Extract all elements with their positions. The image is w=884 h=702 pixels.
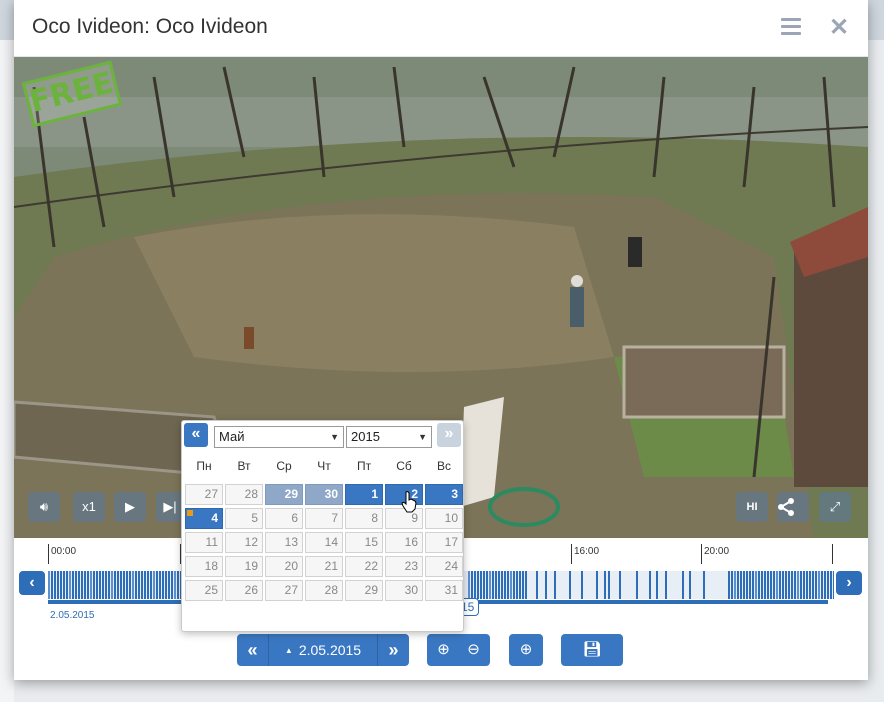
zoom-in-icon[interactable]: ⊕	[429, 634, 459, 666]
fullscreen-icon[interactable]: ⤢	[819, 492, 851, 522]
calendar-day[interactable]: 30	[305, 484, 343, 505]
modal-header: Oco Ivideon: Oco Ivideon ✕	[14, 0, 868, 57]
timeline-next-button[interactable]: ›	[836, 571, 862, 595]
date-navigator: « ▲ 2.05.2015 »	[237, 634, 409, 666]
calendar-day[interactable]: 30	[385, 580, 423, 601]
calendar-day[interactable]: 27	[185, 484, 223, 505]
prev-day-button[interactable]: «	[237, 634, 269, 666]
weekday-header: Вт	[237, 459, 251, 473]
calendar-popup: « Май ▼ 2015 ▼ » Пн Вт Ср Чт Пт Сб Вс 27 28 29 30 1 2 3…	[181, 420, 464, 632]
calendar-day[interactable]: 16	[385, 532, 423, 553]
calendar-day[interactable]: 15	[345, 532, 383, 553]
year-select[interactable]: 2015 ▼	[346, 426, 432, 448]
calendar-day[interactable]: 22	[345, 556, 383, 577]
calendar-day[interactable]: 8	[345, 508, 383, 529]
zoom-buttons: ⊕ ⊖	[427, 634, 490, 666]
volume-icon[interactable]: 🔊︎	[28, 492, 60, 522]
calendar-day[interactable]: 25	[185, 580, 223, 601]
calendar-day[interactable]: 7	[305, 508, 343, 529]
calendar-day[interactable]: 6	[265, 508, 303, 529]
year-value: 2015	[351, 429, 380, 444]
hand-cursor-icon	[401, 491, 417, 513]
tick-label-2000: 20:00	[704, 546, 730, 557]
calendar-day[interactable]: 29	[345, 580, 383, 601]
close-icon[interactable]: ✕	[829, 13, 849, 42]
next-day-button[interactable]: »	[377, 634, 409, 666]
calendar-day[interactable]: 19	[225, 556, 263, 577]
month-value: Май	[219, 429, 245, 444]
tick-0000	[48, 544, 49, 564]
date-picker-toggle[interactable]: ▲ 2.05.2015	[270, 634, 376, 666]
calendar-day[interactable]: 3	[425, 484, 463, 505]
timeline-start-date: 2.05.2015	[50, 610, 95, 621]
calendar-day[interactable]: 27	[265, 580, 303, 601]
tick-label-1600: 16:00	[574, 546, 600, 557]
calendar-day[interactable]: 5	[225, 508, 263, 529]
weekday-header: Сб	[396, 459, 412, 473]
caret-up-icon: ▲	[284, 646, 293, 655]
calendar-day[interactable]: 4	[185, 508, 223, 529]
calendar-day[interactable]: 14	[305, 532, 343, 553]
calendar-day[interactable]: 28	[305, 580, 343, 601]
modal-title: Oco Ivideon: Oco Ivideon	[32, 15, 268, 38]
next-frame-icon[interactable]: ▶|	[156, 492, 184, 522]
calendar-day[interactable]: 12	[225, 532, 263, 553]
month-select[interactable]: Май ▼	[214, 426, 344, 448]
quality-button[interactable]: HI	[736, 492, 768, 522]
calendar-prev-month-button[interactable]: «	[184, 423, 208, 447]
weekday-header: Пт	[356, 459, 372, 473]
save-icon[interactable]: 💾︎	[561, 634, 623, 666]
calendar-day[interactable]: 10	[425, 508, 463, 529]
calendar-day[interactable]: 17	[425, 532, 463, 553]
calendar-day[interactable]: 26	[225, 580, 263, 601]
calendar-day[interactable]: 11	[185, 532, 223, 553]
play-icon[interactable]: ▶	[114, 492, 146, 522]
calendar-day[interactable]: 29	[265, 484, 303, 505]
calendar-day[interactable]: 21	[305, 556, 343, 577]
share-icon[interactable]	[777, 492, 809, 522]
weekday-header: Пн	[196, 459, 212, 473]
weekday-header: Вс	[436, 459, 451, 473]
weekday-header: Чт	[317, 459, 331, 473]
calendar-day[interactable]: 31	[425, 580, 463, 601]
calendar-day[interactable]: 23	[385, 556, 423, 577]
calendar-day[interactable]: 13	[265, 532, 303, 553]
hamburger-menu-icon[interactable]	[781, 18, 801, 36]
tick-end	[832, 544, 833, 564]
calendar-day[interactable]: 24	[425, 556, 463, 577]
tick-label-0000: 00:00	[51, 546, 77, 557]
tick-1600	[571, 544, 572, 564]
speed-button[interactable]: x1	[73, 492, 105, 522]
tick-2000	[701, 544, 702, 564]
current-date: 2.05.2015	[298, 642, 362, 658]
calendar-next-month-button[interactable]: »	[437, 423, 461, 447]
calendar-day[interactable]: 20	[265, 556, 303, 577]
timeline-prev-button[interactable]: ‹	[19, 571, 45, 595]
calendar-day[interactable]: 18	[185, 556, 223, 577]
calendar-day[interactable]: 1	[345, 484, 383, 505]
zoom-fit-icon[interactable]: ⊕	[509, 634, 543, 666]
zoom-out-icon[interactable]: ⊖	[459, 634, 489, 666]
weekday-header: Ср	[276, 459, 292, 473]
background-page-side	[0, 40, 14, 702]
calendar-day[interactable]: 28	[225, 484, 263, 505]
